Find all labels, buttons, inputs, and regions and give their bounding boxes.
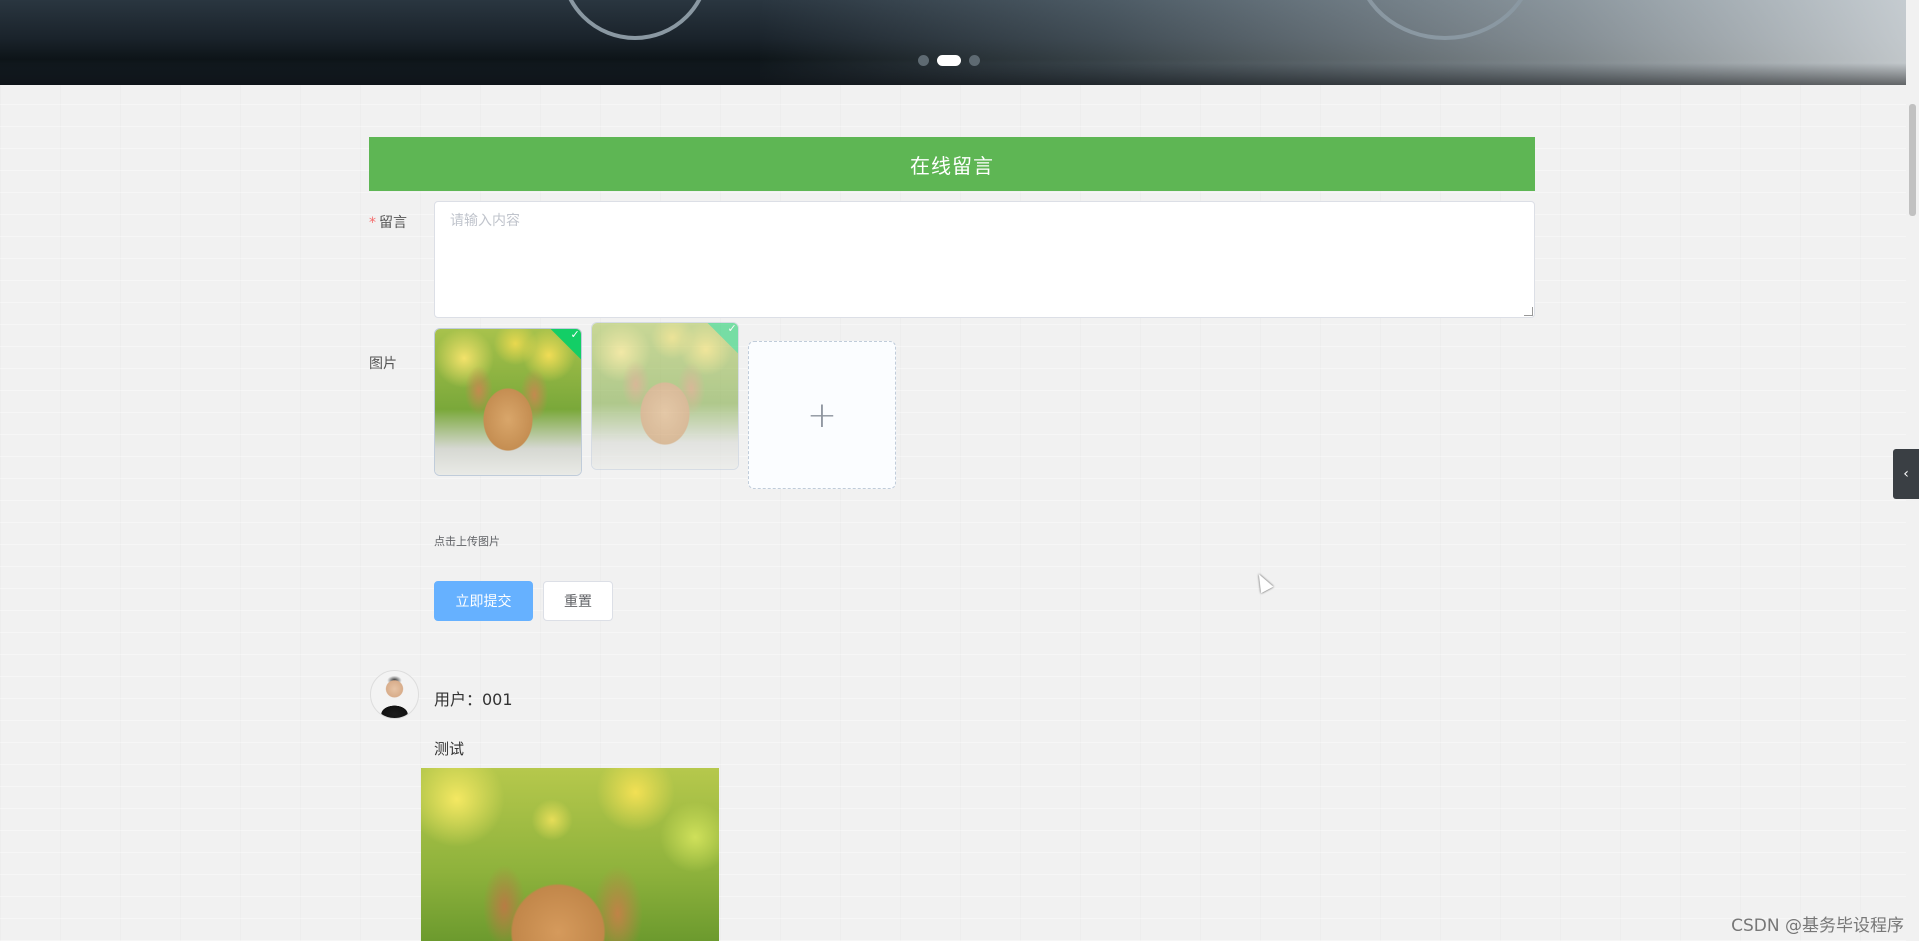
sidebar-toggle-button[interactable]: ‹ bbox=[1893, 449, 1919, 499]
chevron-left-icon: ‹ bbox=[1903, 466, 1909, 482]
check-icon: ✓ bbox=[570, 328, 580, 341]
banner-carousel bbox=[0, 0, 1906, 85]
carousel-dot-3[interactable] bbox=[969, 55, 980, 66]
section-title: 在线留言 bbox=[369, 137, 1535, 191]
banner-floor bbox=[0, 63, 1906, 85]
upload-tip: 点击上传图片 bbox=[434, 535, 500, 548]
scrollbar-thumb[interactable] bbox=[1909, 104, 1916, 216]
comment-text: 测试 bbox=[434, 740, 465, 758]
carousel-dot-1[interactable] bbox=[918, 55, 929, 66]
carousel-dot-2[interactable] bbox=[937, 55, 961, 66]
mouse-cursor bbox=[1252, 570, 1274, 594]
comment-username: 用户：001 bbox=[434, 690, 513, 709]
reset-button[interactable]: 重置 bbox=[543, 581, 613, 621]
banner-wheel bbox=[560, 0, 710, 40]
check-icon: ✓ bbox=[727, 322, 737, 335]
uploaded-image-1[interactable]: ✓ bbox=[434, 328, 582, 476]
carousel-indicators bbox=[918, 55, 980, 66]
message-label-text: 留言 bbox=[379, 215, 407, 231]
required-mark: * bbox=[369, 215, 376, 231]
bunny-photo bbox=[592, 323, 738, 469]
textarea-resize-handle[interactable] bbox=[1524, 307, 1533, 316]
plus-icon: + bbox=[806, 394, 838, 436]
avatar bbox=[370, 670, 419, 719]
message-label: * 留言 bbox=[369, 212, 407, 232]
watermark: CSDN @基务毕设程序 bbox=[1731, 916, 1904, 936]
image-label: 图片 bbox=[369, 356, 397, 372]
submit-button[interactable]: 立即提交 bbox=[434, 581, 533, 621]
bunny-photo bbox=[435, 329, 581, 475]
upload-trigger[interactable]: + bbox=[748, 341, 896, 489]
uploaded-image-2[interactable]: ✓ bbox=[591, 322, 739, 470]
comment-image[interactable] bbox=[421, 768, 719, 941]
message-textarea[interactable] bbox=[434, 201, 1535, 318]
